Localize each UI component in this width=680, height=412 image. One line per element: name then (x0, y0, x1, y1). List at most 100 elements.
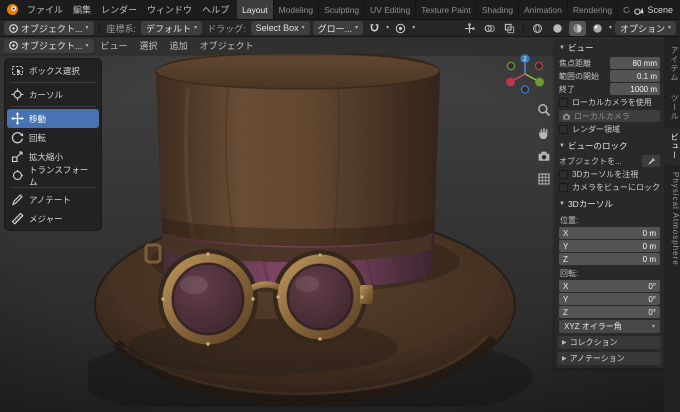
local-camera-checkbox-row[interactable]: ローカルカメラを使用 (559, 97, 660, 108)
shading-options-chevron-icon[interactable]: ▾ (609, 25, 612, 31)
workspace-tab-animation[interactable]: Animation (519, 0, 568, 19)
svg-text:Z: Z (523, 57, 527, 63)
options-dropdown[interactable]: オプション ▾ (614, 21, 676, 35)
workspace-tab-shading[interactable]: Shading (477, 0, 520, 19)
rotate-icon (11, 132, 24, 144)
zoom-icon[interactable] (537, 103, 551, 117)
workspace-tab-layout[interactable]: Layout (237, 0, 274, 19)
clip-start-row: 範囲の開始 0.1 m (559, 70, 660, 82)
menu-file[interactable]: ファイル (22, 0, 68, 19)
workspace-tab-compositing[interactable]: Compositing (618, 0, 630, 19)
mode-dropdown[interactable]: オブジェクト... ▾ (4, 21, 94, 35)
menu-help[interactable]: ヘルプ (197, 0, 234, 19)
viewport-menu-object[interactable]: オブジェクト (195, 39, 259, 52)
divider (98, 22, 100, 34)
chevron-down-icon: ▾ (301, 25, 305, 31)
shading-material-icon[interactable] (568, 20, 586, 36)
render-region-checkbox-row[interactable]: レンダー領域 (559, 124, 660, 135)
tool-transform[interactable]: トランスフォーム (7, 165, 99, 187)
viewport-mode-dropdown[interactable]: オブジェクト... ▾ (4, 38, 94, 53)
checkbox[interactable] (559, 170, 568, 179)
toggle-perspective-icon[interactable] (537, 172, 551, 186)
object-mode-icon (9, 41, 18, 50)
tool-shelf: ボックス選択 カーソル 移動 回転 拡大縮小 トランスフォーム アノテート メジ… (4, 58, 102, 231)
proportional-edit-icon[interactable] (392, 21, 409, 36)
panel-header-annotations[interactable]: ▶ アノテーション (558, 352, 661, 365)
blender-logo-icon[interactable] (3, 0, 22, 19)
workspace-tab-sculpting[interactable]: Sculpting (319, 0, 366, 19)
viewport-menu-select[interactable]: 選択 (135, 39, 163, 52)
chevron-down-icon: ▾ (194, 25, 198, 31)
select-tool-dropdown[interactable]: Select Box ▾ (250, 21, 310, 35)
model-top-hat[interactable] (88, 47, 533, 407)
camera-to-view-checkbox-row[interactable]: カメラをビューにロック (559, 182, 660, 193)
viewport-3d[interactable]: オブジェクト... ▾ ビュー 選択 追加 オブジェクト ボックス選択 カーソル… (0, 37, 680, 412)
show-gizmo-icon[interactable] (461, 21, 478, 36)
divider (10, 82, 96, 83)
clip-end-field[interactable]: 1000 m (610, 83, 660, 95)
cursor-location-x-field[interactable]: X 0 m (559, 227, 660, 239)
shading-rendered-icon[interactable] (589, 21, 606, 36)
workspace-tab-modeling[interactable]: Modeling (274, 0, 320, 19)
eyedropper-button[interactable] (642, 155, 660, 167)
checkbox[interactable] (559, 125, 568, 134)
panel-header-collections[interactable]: ▶ コレクション (558, 336, 661, 349)
lock-cursor-checkbox-row[interactable]: 3Dカーソルを注視 (559, 169, 660, 180)
cursor-rotation-x-field[interactable]: X 0° (559, 280, 660, 292)
viewport-menu-add[interactable]: 追加 (165, 39, 193, 52)
tool-settings-bar: オブジェクト... ▾ 座標系: デフォルト ▾ ドラッグ: Select Bo… (0, 19, 680, 37)
menu-render[interactable]: レンダー (96, 0, 142, 19)
tool-rotate[interactable]: 回転 (7, 128, 99, 147)
divider (522, 22, 524, 34)
show-overlays-icon[interactable] (481, 21, 498, 36)
orientation-dropdown[interactable]: デフォルト ▾ (141, 21, 203, 35)
workspace-tab-texture-paint[interactable]: Texture Paint (416, 0, 477, 19)
navigation-gizmo[interactable]: Z (502, 51, 548, 97)
focal-length-field[interactable]: 80 mm (610, 57, 660, 69)
local-camera-row: ローカルカメラ (559, 110, 660, 122)
snap-options-chevron-icon[interactable]: ▾ (386, 25, 389, 31)
local-camera-field[interactable]: ローカルカメラ (559, 110, 660, 122)
menu-window[interactable]: ウィンドウ (142, 0, 197, 19)
triangle-down-icon: ▼ (559, 45, 565, 51)
workspace-tab-rendering[interactable]: Rendering (568, 0, 619, 19)
cursor-rotation-y-field[interactable]: Y 0° (559, 293, 660, 305)
tool-measure[interactable]: メジャー (7, 209, 99, 228)
sidebar-tab-item[interactable]: アイテム (664, 41, 680, 87)
workspace-tabs: Layout Modeling Sculpting UV Editing Tex… (237, 0, 630, 19)
snap-magnet-icon[interactable] (366, 21, 383, 36)
checkbox[interactable] (559, 98, 568, 107)
menu-edit[interactable]: 編集 (68, 0, 96, 19)
rotation-mode-dropdown[interactable]: XYZ オイラー角 ▾ (559, 320, 660, 333)
shading-wireframe-icon[interactable] (529, 21, 546, 36)
xray-toggle-icon[interactable] (501, 21, 518, 36)
panel-header-3d-cursor[interactable]: ▼ 3Dカーソル (555, 195, 664, 212)
tool-cursor[interactable]: カーソル (7, 85, 99, 104)
panel-header-view[interactable]: ▼ ビュー (555, 39, 664, 56)
checkbox[interactable] (559, 183, 568, 192)
tool-box-select[interactable]: ボックス選択 (7, 61, 99, 80)
pan-hand-icon[interactable] (537, 126, 551, 140)
cursor-rotation-z-field[interactable]: Z 0° (559, 306, 660, 318)
annotate-icon (12, 194, 23, 206)
viewport-menu-view[interactable]: ビュー (96, 39, 133, 52)
blender-window: ファイル 編集 レンダー ウィンドウ ヘルプ Layout Modeling S… (0, 0, 680, 412)
sidebar-tab-view[interactable]: ビュー (664, 128, 680, 165)
pivot-dropdown[interactable]: グロー... ▾ (312, 21, 364, 35)
cursor-location-z-field[interactable]: Z 0 m (559, 253, 660, 265)
divider (10, 106, 96, 107)
clip-start-field[interactable]: 0.1 m (610, 70, 660, 82)
tool-annotate[interactable]: アノテート (7, 190, 99, 209)
cursor-location-y-field[interactable]: Y 0 m (559, 240, 660, 252)
workspace-tab-uv-editing[interactable]: UV Editing (365, 0, 417, 19)
camera-view-icon[interactable] (537, 149, 551, 163)
proportional-options-chevron-icon[interactable]: ▾ (412, 25, 415, 31)
tool-move[interactable]: 移動 (7, 109, 99, 128)
move-icon (11, 112, 24, 125)
sidebar-tab-physical-atmosphere[interactable]: Physical Atmosphere (664, 167, 680, 271)
shading-solid-icon[interactable] (549, 21, 566, 36)
sidebar-tab-tool[interactable]: ツール (664, 89, 680, 126)
scene-selector[interactable]: Scene (630, 0, 677, 19)
panel-header-view-lock[interactable]: ▼ ビューのロック (555, 137, 664, 154)
cursor-icon (11, 88, 24, 101)
